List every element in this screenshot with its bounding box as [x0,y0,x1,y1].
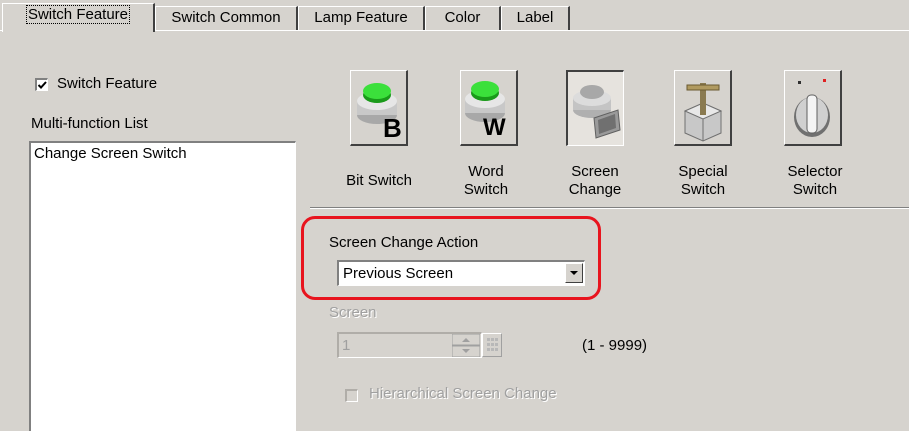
selector-switch-button[interactable] [784,70,842,146]
keypad-icon [487,338,498,351]
selector-switch-label: Selector Switch [787,163,843,198]
tab-label: Lamp Feature [314,9,408,26]
multifunction-listbox[interactable]: Change Screen Switch [29,141,296,431]
tab-switch-feature[interactable]: Switch Feature [2,3,155,32]
special-switch-icon [683,83,723,142]
check-icon [37,81,47,89]
tab-label: Color [444,9,481,26]
screen-change-button[interactable] [566,70,624,146]
list-item[interactable]: Change Screen Switch [34,145,187,162]
hierarchical-label: Hierarchical Screen Change [369,385,557,402]
tab-label[interactable]: Label [501,6,570,30]
screen-spinner[interactable] [451,333,481,358]
word-switch-button[interactable]: W [460,70,518,146]
bit-switch-button[interactable]: B [350,70,408,146]
switch-feature-label: Switch Feature [57,75,158,92]
tab-switch-common[interactable]: Switch Common [155,6,298,30]
screen-range: (1 - 9999) [582,337,648,354]
screen-change-icon [573,85,621,139]
tab-strip: Switch Feature Switch Common Lamp Featur… [0,0,909,32]
tab-lamp-feature[interactable]: Lamp Feature [298,6,425,30]
tab-label: Switch Common [171,9,281,26]
screen-label: Screen [329,304,377,321]
svg-text:W: W [483,114,506,141]
svg-text:B: B [383,113,402,143]
multifunction-list-label: Multi-function List [31,115,148,132]
bit-switch-icon: B [357,83,402,143]
word-switch-icon: W [465,81,506,141]
tab-label: Switch Feature [25,5,131,24]
selector-switch-icon [794,79,830,137]
word-switch-label: Word Switch [463,163,509,198]
keypad-button[interactable] [482,333,502,357]
hierarchical-checkbox[interactable] [345,389,358,402]
switch-feature-checkbox[interactable] [35,78,48,91]
bit-switch-label: Bit Switch [346,172,412,189]
divider [310,208,909,209]
highlight-annotation [301,216,601,300]
spinner-arrows-icon [451,333,481,358]
screen-change-label: Screen Change [568,163,622,198]
tab-color[interactable]: Color [425,6,501,30]
tab-label: Label [516,9,554,26]
special-switch-label: Special Switch [678,163,728,198]
screen-number-value: 1 [342,337,351,354]
special-switch-button[interactable] [674,70,732,146]
